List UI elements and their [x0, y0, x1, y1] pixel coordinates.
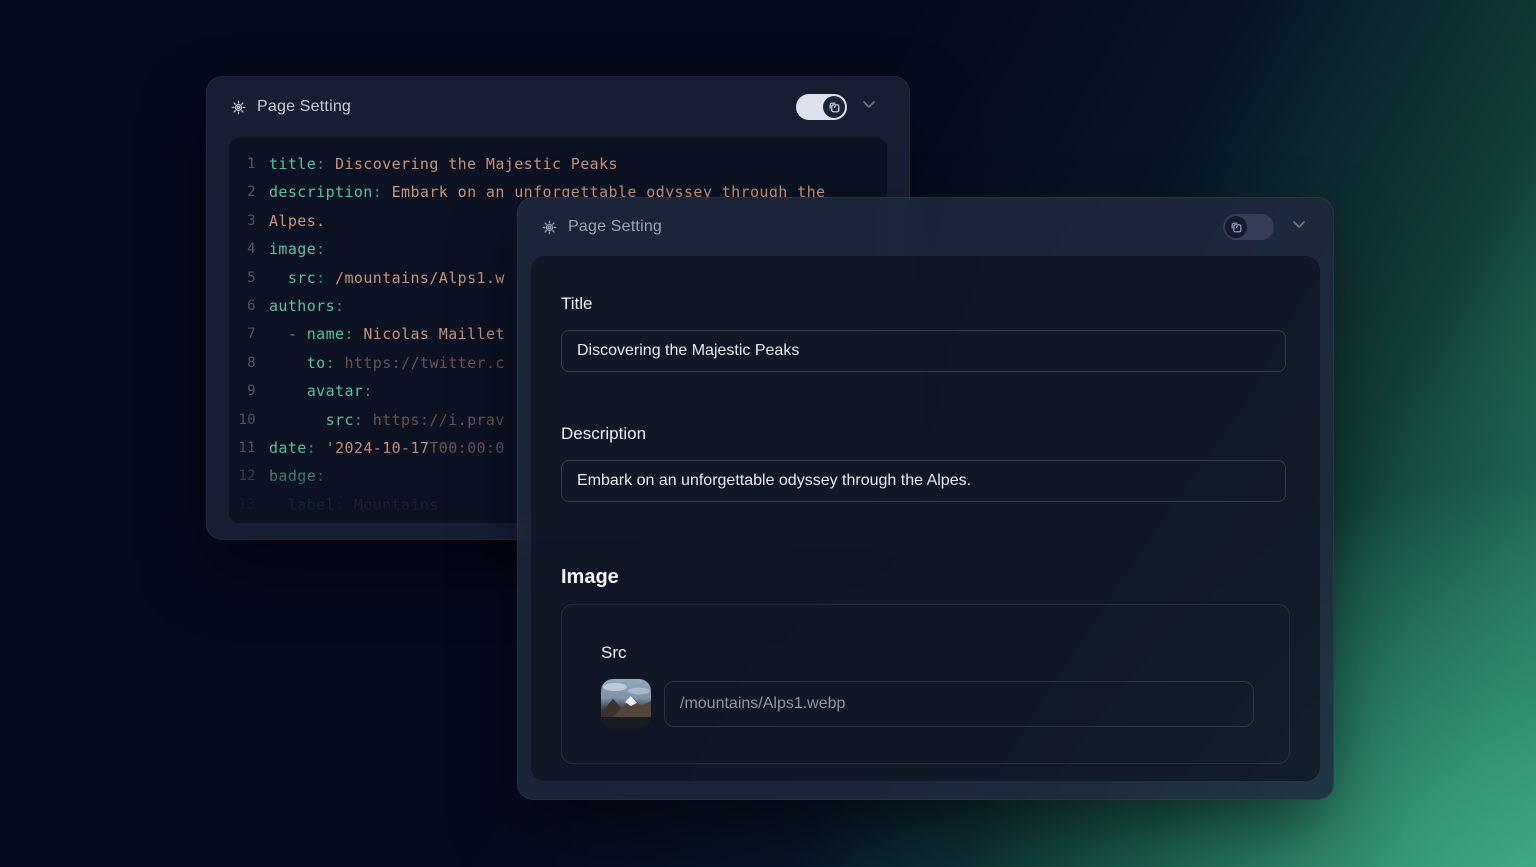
panel-title: Page Setting: [568, 218, 662, 236]
description-input[interactable]: [561, 460, 1286, 502]
title-field-label: Title: [561, 294, 1286, 314]
title-input[interactable]: [561, 330, 1286, 372]
mountain-photo-thumbnail[interactable]: [601, 679, 651, 729]
image-src-input[interactable]: [664, 681, 1254, 727]
image-settings-card: Src: [561, 604, 1290, 764]
line-number: 7: [238, 320, 256, 348]
image-section-heading: Image: [561, 566, 1286, 589]
line-number: 11: [238, 434, 256, 462]
src-row: [601, 679, 1254, 729]
description-field-label: Description: [561, 424, 1286, 444]
line-number: 8: [238, 349, 256, 377]
line-number: 5: [238, 264, 256, 292]
line-number: 6: [238, 292, 256, 320]
code-line: 1title: Discovering the Majestic Peaks: [229, 150, 887, 178]
line-number: 1: [238, 150, 256, 178]
line-number: 10: [238, 406, 256, 434]
view-mode-toggle[interactable]: [1223, 214, 1274, 240]
line-number: 3: [238, 207, 256, 235]
panel-title: Page Setting: [257, 98, 351, 116]
form-body: Title Description Image Src: [531, 256, 1320, 781]
view-mode-toggle[interactable]: [796, 94, 847, 120]
gear-icon: [541, 219, 558, 236]
line-number: 13: [238, 491, 256, 519]
code-view-icon: [823, 96, 845, 118]
line-number: 2: [238, 178, 256, 206]
form-settings-panel: Page Setting Title Description Image Src: [517, 197, 1334, 800]
line-number: 4: [238, 235, 256, 263]
line-number: 12: [238, 462, 256, 490]
code-panel-header: Page Setting: [207, 77, 909, 137]
code-view-icon: [1225, 216, 1247, 238]
gear-icon: [230, 99, 247, 116]
form-panel-header: Page Setting: [518, 198, 1333, 256]
src-field-label: Src: [601, 643, 1254, 663]
chevron-down-icon[interactable]: [859, 95, 879, 120]
chevron-down-icon[interactable]: [1289, 215, 1309, 240]
line-number: 9: [238, 377, 256, 405]
